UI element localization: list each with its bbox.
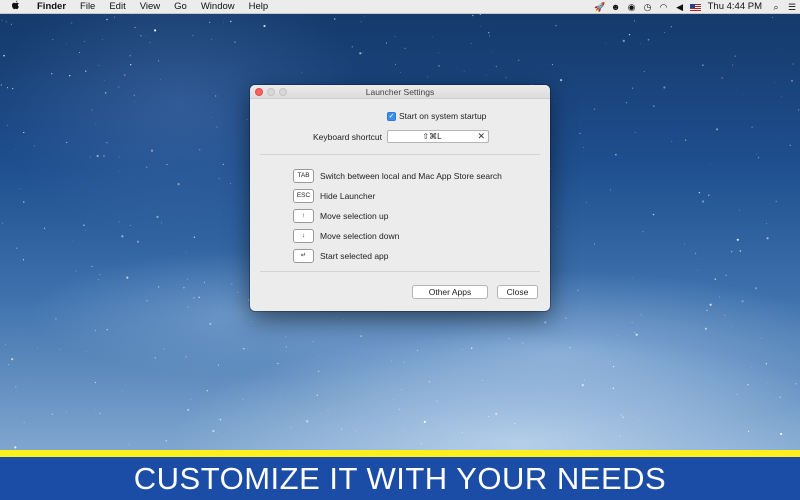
key-cap: TAB bbox=[293, 169, 314, 183]
divider bbox=[260, 271, 540, 272]
divider bbox=[260, 154, 540, 155]
promo-banner: CUSTOMIZE IT WITH YOUR NEEDS bbox=[0, 457, 800, 500]
search-icon[interactable]: ⌕ bbox=[768, 0, 784, 14]
shortcut-label: Keyboard shortcut bbox=[313, 132, 382, 142]
menu-bar: Finder File Edit View Go Window Help 🚀 ☻… bbox=[0, 0, 800, 14]
time-machine-icon[interactable]: ◷ bbox=[640, 0, 656, 14]
key-cap: ↵ bbox=[293, 249, 314, 263]
zoom-window-icon[interactable] bbox=[279, 88, 287, 96]
close-window-icon[interactable] bbox=[255, 88, 263, 96]
close-button[interactable]: Close bbox=[497, 285, 538, 299]
key-description: Switch between local and Mac App Store s… bbox=[320, 171, 502, 181]
window-controls bbox=[255, 88, 287, 96]
menu-edit[interactable]: Edit bbox=[102, 0, 132, 14]
banner-stripe bbox=[0, 450, 800, 457]
shortcut-recorder-field[interactable]: ⇧⌘L ✕ bbox=[387, 130, 489, 143]
menu-extras: 🚀 ☻ ◉ ◷ ◠ ◀ Thu 4:44 PM ⌕ ☰ bbox=[592, 0, 800, 14]
other-apps-button[interactable]: Other Apps bbox=[412, 285, 488, 299]
menu-go[interactable]: Go bbox=[167, 0, 194, 14]
shortcut-value: ⇧⌘L bbox=[422, 132, 442, 141]
menu-help[interactable]: Help bbox=[242, 0, 276, 14]
wifi-icon[interactable]: ◠ bbox=[656, 0, 672, 14]
spotify-icon[interactable]: ◉ bbox=[624, 0, 640, 14]
menu-app-name[interactable]: Finder bbox=[30, 0, 73, 14]
key-cap: ↑ bbox=[293, 209, 314, 223]
key-row-down: ↓ Move selection down bbox=[293, 226, 502, 246]
minimize-window-icon[interactable] bbox=[267, 88, 275, 96]
key-row-esc: ESC Hide Launcher bbox=[293, 186, 502, 206]
startup-checkbox[interactable]: ✓ bbox=[387, 111, 396, 121]
key-cap: ESC bbox=[293, 189, 314, 203]
window-title: Launcher Settings bbox=[365, 87, 435, 97]
volume-icon[interactable]: ◀ bbox=[672, 0, 688, 14]
menu-clock[interactable]: Thu 4:44 PM bbox=[704, 0, 768, 14]
key-description: Start selected app bbox=[320, 251, 389, 261]
notification-center-icon[interactable]: ☰ bbox=[784, 0, 800, 14]
key-row-up: ↑ Move selection up bbox=[293, 206, 502, 226]
launcher-settings-window: Launcher Settings ✓ Start on system star… bbox=[250, 85, 550, 311]
menu-view[interactable]: View bbox=[133, 0, 167, 14]
key-row-return: ↵ Start selected app bbox=[293, 246, 502, 266]
startup-option[interactable]: ✓ Start on system startup bbox=[387, 111, 486, 121]
keyboard-help-list: TAB Switch between local and Mac App Sto… bbox=[293, 166, 502, 266]
key-row-tab: TAB Switch between local and Mac App Sto… bbox=[293, 166, 502, 186]
startup-label: Start on system startup bbox=[399, 111, 487, 121]
smiley-icon[interactable]: ☻ bbox=[608, 0, 624, 14]
menu-window[interactable]: Window bbox=[194, 0, 242, 14]
key-description: Move selection up bbox=[320, 211, 389, 221]
rocket-icon[interactable]: 🚀 bbox=[592, 0, 608, 14]
us-flag-icon[interactable] bbox=[688, 0, 704, 14]
key-description: Move selection down bbox=[320, 231, 400, 241]
window-titlebar[interactable]: Launcher Settings bbox=[250, 85, 550, 99]
clear-shortcut-icon[interactable]: ✕ bbox=[477, 131, 485, 142]
apple-logo-icon[interactable] bbox=[0, 0, 30, 13]
key-cap: ↓ bbox=[293, 229, 314, 243]
menu-file[interactable]: File bbox=[73, 0, 102, 14]
key-description: Hide Launcher bbox=[320, 191, 376, 201]
